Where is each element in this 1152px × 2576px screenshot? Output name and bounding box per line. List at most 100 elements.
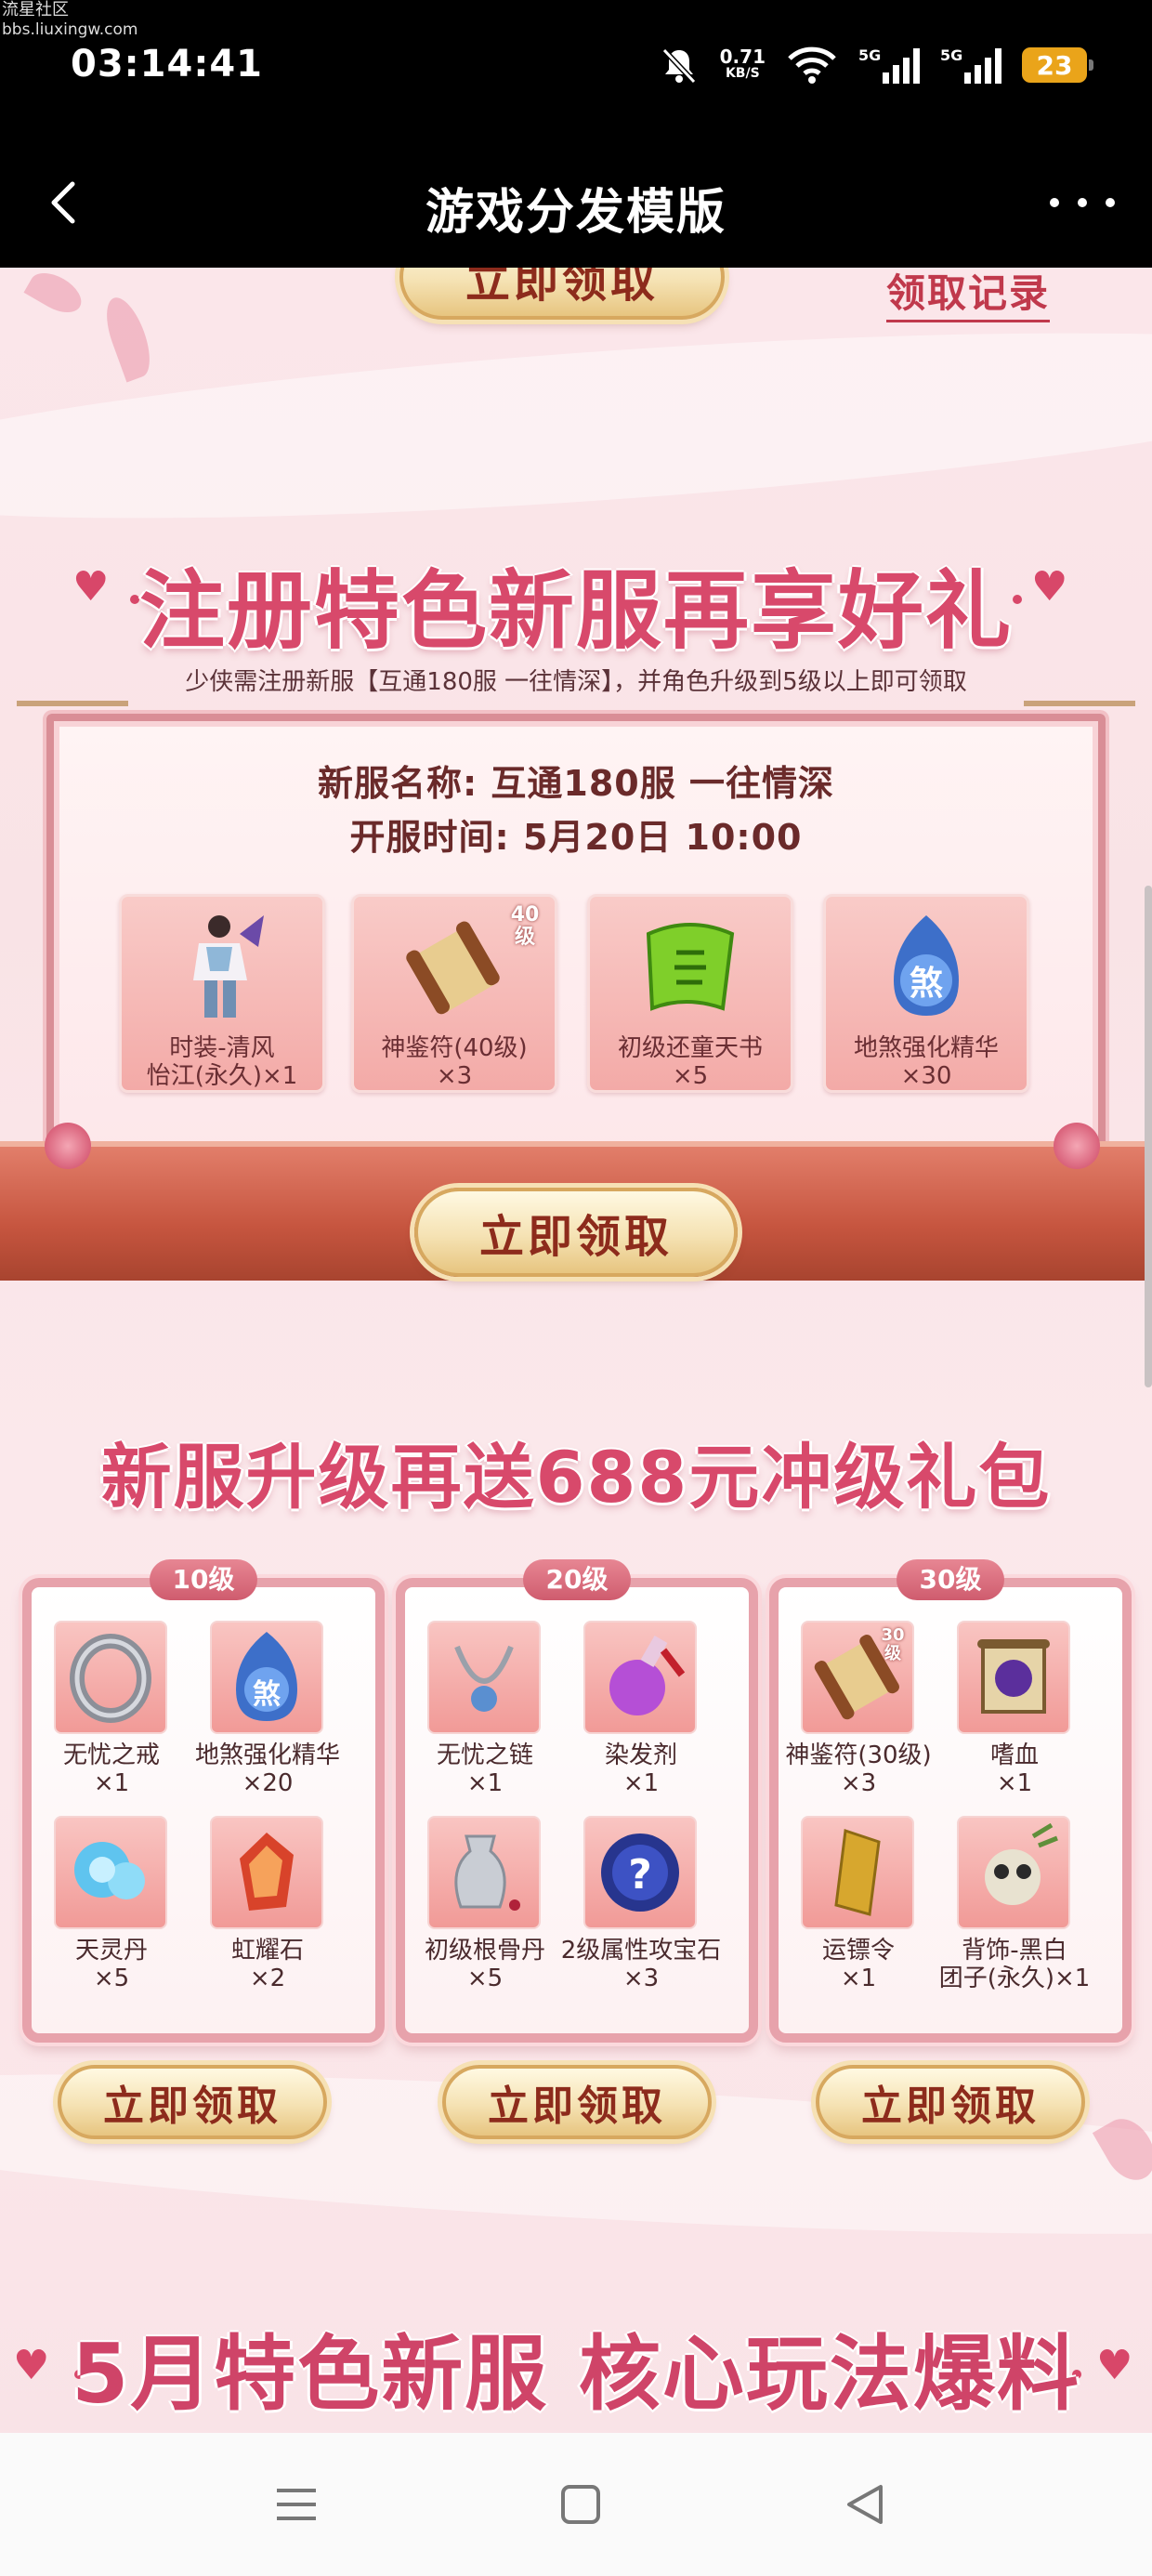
- bg-swoosh: [0, 296, 1152, 556]
- level-pack-30: 30级 30级 神鉴符(30级) ×3 嗜血 ×1 运镖令 ×1 背饰-黑白 团子(永久…: [769, 1559, 1132, 2043]
- petal-decor: [23, 268, 88, 321]
- reward-qty: ×30: [900, 1062, 952, 1090]
- home-icon[interactable]: [550, 2474, 611, 2535]
- menu-icon[interactable]: [266, 2474, 327, 2535]
- system-nav-bar: [0, 2433, 1152, 2576]
- level-pack-20: 20级 无忧之链 ×1 染发剂 ×1 初级根骨丹 ×5 ? 2级属性攻宝石 ×3: [396, 1559, 758, 2043]
- reward-label: 地煞强化精华 ×30: [826, 1034, 1027, 1090]
- reward-card-essence[interactable]: 煞 地煞强化精华 ×30: [823, 894, 1029, 1093]
- item-label: 初级根骨丹 ×5: [424, 1937, 545, 1992]
- level-badge: 30级: [881, 1625, 905, 1663]
- pack-level-tab: 20级: [523, 1559, 631, 1600]
- reward-card-talisman[interactable]: 40级 神鉴符(40级) ×3: [351, 894, 557, 1093]
- skill-scroll-icon: [977, 1639, 1050, 1714]
- item-label: 神鉴符(30级) ×3: [785, 1741, 932, 1797]
- item-essence[interactable]: 煞: [210, 1621, 323, 1734]
- mute-bell-icon: [661, 47, 696, 85]
- watermark-url: bbs.liuxingw.com: [2, 20, 138, 39]
- pack-10-claim-button[interactable]: 立即领取: [58, 2065, 327, 2139]
- level-badge: 40级: [510, 903, 540, 949]
- reward-card-costume[interactable]: 时装-清风 怡江(永久)×1: [119, 894, 325, 1093]
- item-label: 虹耀石 ×2: [230, 1937, 304, 1992]
- register-reward-panel: 新服名称: 互通180服 一往情深 开服时间: 5月20日 10:00 时装-清…: [17, 701, 1135, 1160]
- pack-level-tab: 30级: [897, 1559, 1004, 1600]
- item-label: 无忧之戒 ×1: [62, 1741, 160, 1797]
- reward-name: 神鉴符(40级): [381, 1034, 528, 1062]
- item-ring[interactable]: [54, 1621, 167, 1734]
- ring-icon: [70, 1634, 151, 1723]
- core-gameplay-title: 5月特色新服 核心玩法爆料: [72, 2326, 1080, 2422]
- costume-icon: [193, 915, 264, 1018]
- net-speed-unit: KB/S: [725, 66, 760, 81]
- item-dye[interactable]: [583, 1621, 697, 1734]
- reward-label: 时装-清风 怡江(永久)×1: [122, 1034, 322, 1090]
- rose-decor: [45, 1123, 91, 1169]
- green-scroll-icon: [646, 923, 735, 1011]
- item-bloodlust[interactable]: [957, 1621, 1070, 1734]
- potion-icon: [609, 1636, 686, 1715]
- top-claim-button[interactable]: 立即领取: [399, 268, 725, 320]
- status-icons: 0.71 KB/S 5G 5G 23: [659, 45, 1093, 85]
- back-triangle-icon[interactable]: [834, 2474, 896, 2535]
- status-time: 03:14:41: [71, 43, 263, 85]
- item-label: 嗜血 ×1: [989, 1741, 1039, 1797]
- petal-decor: [98, 292, 159, 383]
- cloud-pill-icon: [74, 1842, 145, 1899]
- item-label: 运镖令 ×1: [821, 1937, 895, 1992]
- gold-token-icon: [834, 1828, 881, 1916]
- reward-label: 初级还童天书 ×5: [590, 1034, 791, 1090]
- pack-level-tab: 10级: [150, 1559, 257, 1600]
- upgrade-section-title: 新服升级再送688元冲级礼包: [100, 1436, 1052, 1518]
- page-title: 游戏分发模版: [425, 185, 727, 241]
- item-necklace[interactable]: [427, 1621, 541, 1734]
- necklace-icon: [454, 1645, 514, 1712]
- item-label: 地煞强化精华 ×20: [194, 1741, 340, 1797]
- watermark-name: 流星社区: [2, 0, 69, 20]
- item-talisman[interactable]: 30级: [801, 1621, 914, 1734]
- item-label: 2级属性攻宝石 ×3: [560, 1937, 722, 1992]
- page-content[interactable]: 立即领取 领取记录 ♥ ♥ 注册特色新服再享好礼 少侠需注册新服【互通180服 …: [0, 268, 1152, 2433]
- item-gemstone[interactable]: ?: [583, 1816, 697, 1929]
- orb-glyph: 煞: [253, 1678, 281, 1711]
- server-name: 新服名称: 互通180服 一往情深: [318, 763, 834, 804]
- register-section-title: 注册特色新服再享好礼: [138, 561, 1013, 661]
- frame-ornament: [1024, 701, 1135, 729]
- pack-30-claim-button[interactable]: 立即领取: [816, 2065, 1085, 2139]
- level-pack-10: 10级 无忧之戒 ×1 煞 地煞强化精华 ×20 天灵丹 ×5 虹耀石 ×2: [22, 1559, 385, 2043]
- register-claim-button[interactable]: 立即领取: [414, 1188, 738, 1277]
- more-menu-icon[interactable]: [1050, 184, 1115, 221]
- signal-label-1: 5G: [858, 46, 882, 64]
- panda-bag-icon: [985, 1822, 1058, 1905]
- reward-label: 神鉴符(40级) ×3: [354, 1034, 555, 1090]
- item-pill[interactable]: [54, 1816, 167, 1929]
- item-back-ornament[interactable]: [957, 1816, 1070, 1929]
- orb-glyph: 煞: [909, 965, 943, 1003]
- scrollbar-thumb[interactable]: [1145, 886, 1152, 1387]
- pack-20-claim-button[interactable]: 立即领取: [442, 2065, 712, 2139]
- net-speed: 0.71 KB/S: [720, 47, 766, 82]
- reward-qty: ×3: [436, 1062, 473, 1090]
- scroll-talisman-icon: [406, 921, 500, 1015]
- item-escort-token[interactable]: [801, 1816, 914, 1929]
- wifi-icon: [788, 46, 836, 84]
- question-glyph: ?: [628, 1851, 652, 1899]
- reward-name: 初级还童天书: [617, 1034, 763, 1062]
- signal-label-2: 5G: [940, 46, 963, 64]
- item-bone-pill[interactable]: [427, 1816, 541, 1929]
- rose-decor: [1054, 1123, 1100, 1169]
- battery-icon: 23: [1022, 47, 1093, 83]
- nav-bar: 游戏分发模版: [0, 138, 1152, 268]
- reward-qty: ×5: [672, 1062, 709, 1090]
- vase-icon: [454, 1834, 520, 1911]
- server-open-time: 开服时间: 5月20日 10:00: [349, 817, 803, 858]
- status-bar: 流星社区 bbs.liuxingw.com 03:14:41 0.71 KB/S…: [0, 0, 1152, 138]
- item-label: 染发剂 ×1: [604, 1741, 677, 1797]
- reward-qty: 怡江(永久)×1: [146, 1062, 298, 1090]
- reward-name: 时装-清风: [169, 1034, 275, 1062]
- reward-card-heavenbook[interactable]: 初级还童天书 ×5: [587, 894, 793, 1093]
- claim-record-link[interactable]: 领取记录: [885, 268, 1050, 322]
- item-gem[interactable]: [210, 1816, 323, 1929]
- signal-icon-2: 5G: [940, 46, 1001, 84]
- battery-level: 23: [1036, 49, 1073, 81]
- reward-name: 地煞强化精华: [853, 1034, 999, 1062]
